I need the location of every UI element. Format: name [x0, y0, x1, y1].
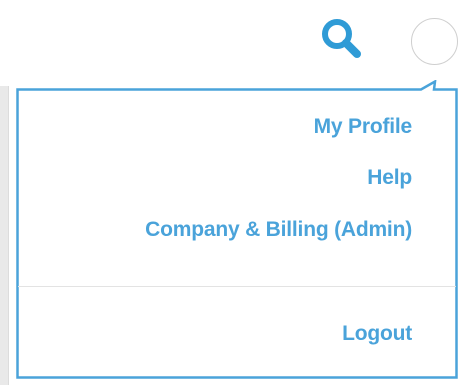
page-background-edge — [0, 86, 9, 385]
logout-button[interactable]: Logout — [342, 321, 412, 347]
user-menu-dropdown: My Profile Help Company & Billing (Admin… — [16, 80, 458, 379]
menu-item-company-billing[interactable]: Company & Billing (Admin) — [145, 217, 412, 243]
menu-divider — [18, 286, 456, 287]
user-avatar[interactable] — [411, 18, 458, 65]
search-button[interactable] — [316, 14, 368, 66]
menu-item-my-profile[interactable]: My Profile — [145, 114, 413, 140]
top-bar — [0, 0, 462, 80]
logout-section: Logout — [342, 321, 412, 347]
search-icon — [322, 19, 361, 58]
menu-item-help[interactable]: Help — [145, 165, 412, 191]
menu-list: My Profile Help Company & Billing (Admin… — [145, 114, 412, 243]
